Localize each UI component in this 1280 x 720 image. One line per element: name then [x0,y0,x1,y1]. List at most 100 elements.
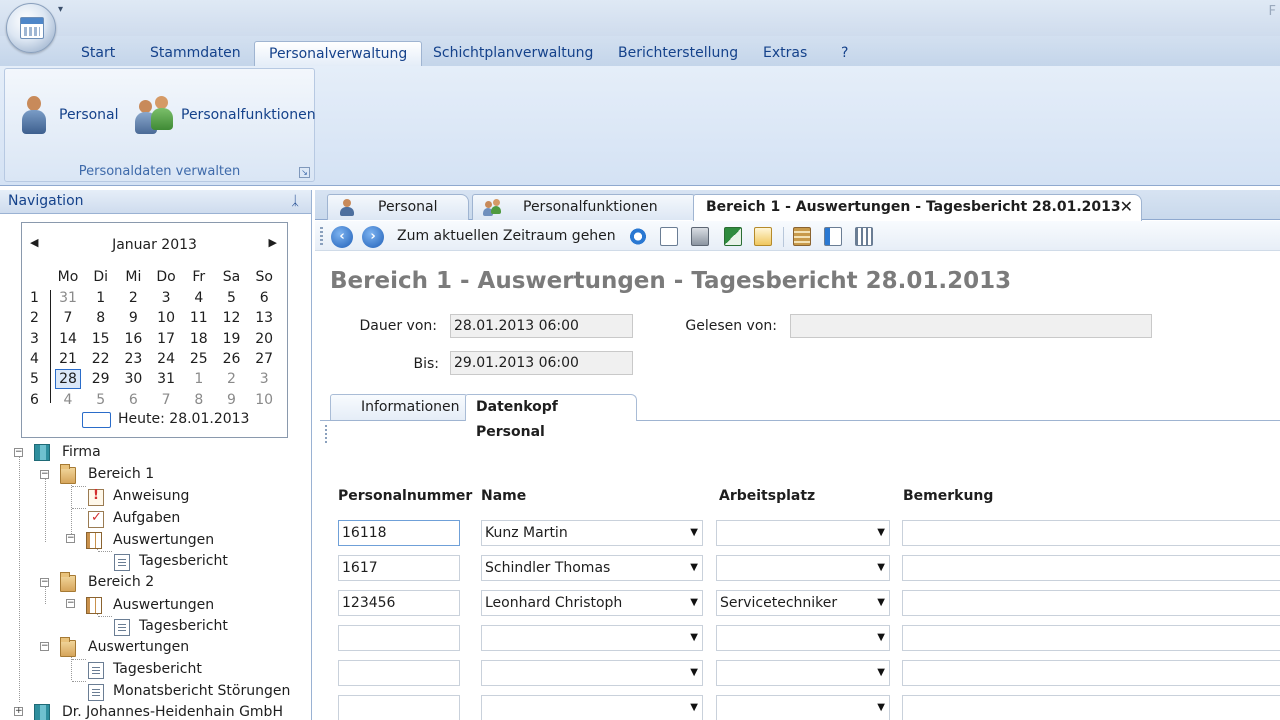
calendar-day[interactable]: 7 [150,390,182,410]
calendar-day[interactable]: 1 [85,288,117,308]
collapse-firma-icon[interactable]: − [14,448,23,457]
goto-current-period-button[interactable]: Zum aktuellen Zeitraum gehen [397,226,616,246]
tab-personalverwaltung[interactable]: Personalverwaltung [254,41,423,66]
toolbar-grip[interactable] [320,227,323,245]
calendar-day[interactable]: 29 [85,369,117,389]
collapse-auswertungen-icon[interactable]: − [66,534,75,543]
dauer-von-field[interactable]: 28.01.2013 06:00 [450,314,633,338]
dropdown-arrow-icon[interactable]: ▼ [690,521,698,545]
quick-access-dropdown-icon[interactable]: ▾ [58,4,63,15]
dropdown-arrow-icon[interactable]: ▼ [877,591,885,615]
name-combo[interactable]: Schindler Thomas ▼ [481,555,703,581]
calendar-day[interactable]: 2 [216,369,248,389]
calendar-day[interactable]: 4 [183,288,215,308]
mail-icon[interactable] [754,227,772,246]
calendar-day[interactable]: 16 [117,329,149,349]
doc-tab-tagesbericht[interactable]: Bereich 1 - Auswertungen - Tagesbericht … [693,194,1142,221]
calendar-day[interactable]: 22 [85,349,117,369]
tree-item-monatsbericht[interactable]: Monatsbericht Störungen [113,681,290,701]
name-combo[interactable]: Kunz Martin ▼ [481,520,703,546]
tree-item-auswertungen[interactable]: Auswertungen [113,595,214,615]
bemerkung-cell[interactable] [902,520,1280,546]
expand-company-icon[interactable]: + [14,707,23,716]
calendar-day[interactable]: 20 [248,329,280,349]
calendar-day[interactable]: 3 [150,288,182,308]
calendar-day[interactable]: 6 [117,390,149,410]
tree-item-auswertungen[interactable]: Auswertungen [113,530,214,550]
dropdown-arrow-icon[interactable]: ▼ [877,556,885,580]
excel-export-icon[interactable] [724,227,742,246]
personalnummer-cell[interactable]: 1617 [338,555,460,581]
personalnummer-cell[interactable] [338,660,460,686]
tree-item-aufgaben[interactable]: Aufgaben [113,508,180,528]
dropdown-arrow-icon[interactable]: ▼ [877,626,885,650]
calendar-day[interactable]: 28 [55,369,81,390]
calendar-day[interactable]: 8 [85,308,117,328]
dropdown-arrow-icon[interactable]: ▼ [690,591,698,615]
tab-informationen[interactable]: Informationen [330,394,470,420]
personalnummer-cell[interactable]: 16118 [338,520,460,546]
pin-icon[interactable]: ᛣ [291,190,299,213]
tree-item-bereich-2[interactable]: Bereich 2 [88,572,154,592]
calendar-day[interactable]: 21 [52,349,84,369]
personal-button[interactable]: Personal [19,91,119,139]
calendar-day[interactable]: 8 [183,390,215,410]
dropdown-arrow-icon[interactable]: ▼ [877,661,885,685]
bemerkung-cell[interactable] [902,695,1280,720]
today-label[interactable]: Heute: 28.01.2013 [118,411,249,427]
calendar-day[interactable]: 17 [150,329,182,349]
bemerkung-cell[interactable] [902,555,1280,581]
arbeitsplatz-combo[interactable]: ▼ [716,660,890,686]
calendar-day[interactable]: 31 [52,288,84,308]
gelesen-von-field[interactable] [790,314,1152,338]
month-calendar[interactable]: ◀ Januar 2013 ▶ Mo Di Mi Do Fr Sa So 123456 31… [21,222,288,438]
preview-icon[interactable] [660,227,678,246]
dropdown-arrow-icon[interactable]: ▼ [877,696,885,720]
tree-item-tagesbericht[interactable]: Tagesbericht [139,551,228,571]
back-icon[interactable]: ‹ [331,226,353,248]
tree-item-firma[interactable]: Firma [62,442,101,462]
calendar-day[interactable]: 27 [248,349,280,369]
collapse-auswertungen-icon[interactable]: − [40,642,49,651]
column-header-personalnummer[interactable]: Personalnummer [338,488,472,504]
calendar-day[interactable]: 4 [52,390,84,410]
columns-icon[interactable] [855,227,873,246]
arbeitsplatz-combo[interactable]: ▼ [716,520,890,546]
calendar-day[interactable]: 10 [150,308,182,328]
personalnummer-cell[interactable] [338,695,460,720]
import-icon[interactable] [824,227,842,246]
arbeitsplatz-combo[interactable]: Servicetechniker ▼ [716,590,890,616]
personalfunktionen-button[interactable]: Personalfunktionen [135,91,316,139]
calendar-day[interactable]: 9 [216,390,248,410]
bemerkung-cell[interactable] [902,590,1280,616]
calendar-day[interactable]: 5 [216,288,248,308]
calendar-day[interactable]: 9 [117,308,149,328]
name-combo[interactable]: Leonhard Christoph ▼ [481,590,703,616]
next-month-icon[interactable]: ▶ [269,236,277,249]
doc-tab-personal[interactable]: Personal [327,194,469,220]
tab-help[interactable]: ? [827,41,862,66]
tab-schichtplanverwaltung[interactable]: Schichtplanverwaltung [419,41,607,66]
calendar-day[interactable]: 5 [85,390,117,410]
arbeitsplatz-combo[interactable]: ▼ [716,555,890,581]
name-combo[interactable]: ▼ [481,625,703,651]
tree-item-company[interactable]: Dr. Johannes-Heidenhain GmbH [62,702,283,720]
calendar-day[interactable]: 2 [117,288,149,308]
calendar-day[interactable]: 11 [183,308,215,328]
calendar-day[interactable]: 7 [52,308,84,328]
calendar-day[interactable]: 18 [183,329,215,349]
calendar-day[interactable]: 15 [85,329,117,349]
tree-item-auswertungen[interactable]: Auswertungen [88,637,189,657]
arbeitsplatz-combo[interactable]: ▼ [716,695,890,720]
calendar-day[interactable]: 19 [216,329,248,349]
calendar-day[interactable]: 26 [216,349,248,369]
tab-start[interactable]: Start [67,41,129,66]
collapse-bereich1-icon[interactable]: − [40,470,49,479]
today-marker-icon[interactable] [82,412,111,428]
arbeitsplatz-combo[interactable]: ▼ [716,625,890,651]
calendar-day[interactable]: 14 [52,329,84,349]
bis-field[interactable]: 29.01.2013 06:00 [450,351,633,375]
dialog-launcher-icon[interactable]: ↘ [299,167,310,178]
tab-berichterstellung[interactable]: Berichterstellung [604,41,752,66]
tab-stammdaten[interactable]: Stammdaten [136,41,255,66]
